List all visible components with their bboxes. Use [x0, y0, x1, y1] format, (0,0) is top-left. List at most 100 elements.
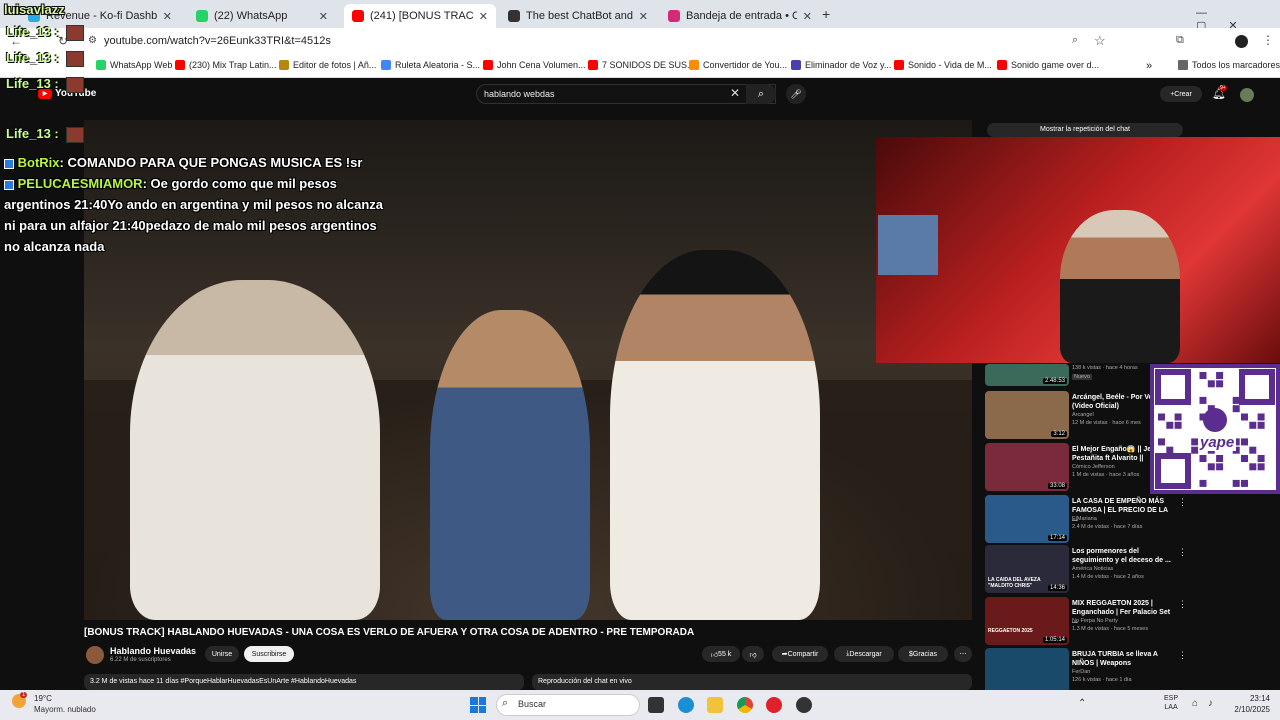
bookmark-item[interactable]: (230) Mix Trap Latin...	[175, 60, 277, 70]
overlay-life-label: Life_13 :	[6, 126, 59, 141]
notification-count: 9+	[1219, 85, 1227, 91]
bookmark-star-icon[interactable]: ☆	[1094, 33, 1106, 49]
browser-tab[interactable]: Bandeja de entrada • Chats ✕	[660, 4, 820, 28]
app-icon[interactable]	[796, 697, 812, 713]
bookmark-item[interactable]: Sonido - Vida de M...	[894, 60, 992, 70]
menu-icon[interactable]: ⋮	[1262, 33, 1274, 47]
qr-module	[1216, 372, 1224, 379]
recommendation-menu-icon[interactable]: ⋮	[1178, 650, 1187, 661]
video-duration: 17:14	[1047, 535, 1067, 541]
recommendation-menu-icon[interactable]: ⋮	[1178, 599, 1187, 610]
qr-module	[1174, 421, 1182, 429]
account-avatar[interactable]	[1240, 88, 1254, 102]
bookmark-item[interactable]: Editor de fotos | Añ...	[279, 60, 376, 70]
edge-icon[interactable]	[678, 697, 694, 713]
bookmark-item[interactable]: Convertidor de You...	[689, 60, 787, 70]
close-tab-icon[interactable]: ✕	[163, 10, 172, 23]
zoom-icon[interactable]: ⌕	[1072, 34, 1078, 47]
qr-module	[1257, 413, 1265, 421]
bookmark-item[interactable]: Ruleta Aleatoria - S...	[381, 60, 480, 70]
video-duration: 33:08	[1047, 483, 1067, 489]
show-chat-replay-button[interactable]: Mostrar la repetición del chat	[987, 123, 1183, 137]
recommendation-menu-icon[interactable]: ⋮	[1178, 547, 1187, 558]
recommendation-thumbnail[interactable]: 1:05:14	[985, 597, 1069, 645]
site-info-icon[interactable]: ⚙	[88, 35, 97, 46]
bookmark-item[interactable]: 7 SONIDOS DE SUS...	[588, 60, 695, 70]
browser-tab[interactable]: (22) WhatsApp ✕	[188, 4, 336, 28]
recommendation-thumbnail[interactable]: 17:14	[985, 495, 1069, 543]
browser-tab[interactable]: (241) [BONUS TRACK] HABL ✕	[344, 4, 496, 28]
qr-module	[1199, 396, 1207, 404]
bookmark-item[interactable]: Eliminador de Voz y...	[791, 60, 891, 70]
network-icon[interactable]: ⌂	[1192, 698, 1198, 709]
show-hidden-icons[interactable]: ⌃	[1078, 698, 1086, 709]
profile-avatar[interactable]	[1235, 35, 1248, 48]
recommendation-thumbnail[interactable]: 3:12	[985, 391, 1069, 439]
recommendation-channel[interactable]: FerDan	[1072, 669, 1172, 675]
dislike-button[interactable]: 👎︎	[742, 646, 764, 662]
search-icon: ⌕	[757, 88, 765, 100]
language-indicator[interactable]: ESP LAA	[1164, 694, 1178, 712]
search-button[interactable]: ⌕	[746, 84, 776, 104]
chrome-icon[interactable]	[737, 697, 753, 713]
voice-search-icon[interactable]: 🎤︎	[786, 84, 806, 104]
chat-replay-label: Reproducción del chat en vivo	[538, 678, 632, 685]
clear-search-icon[interactable]: ✕	[730, 86, 740, 100]
bookmark-item[interactable]: WhatsApp Web	[96, 60, 172, 70]
more-actions-button[interactable]: ⋯	[954, 646, 972, 662]
all-bookmarks-link[interactable]: Todos los marcadores	[1178, 60, 1280, 70]
qr-module	[1199, 455, 1207, 462]
recommendation-meta: 2.4 M de vistas · hace 7 días	[1072, 524, 1143, 530]
new-tab-button[interactable]: +	[822, 6, 830, 22]
channel-avatar[interactable]	[86, 646, 104, 664]
start-button[interactable]	[470, 697, 486, 713]
recommendation-thumbnail[interactable]	[985, 648, 1069, 696]
bookmark-favicon-icon	[175, 60, 185, 70]
recommendation-title[interactable]: BRUJA TURBIA se lleva A NIÑOS | Weapons	[1072, 650, 1172, 668]
search-icon: ⌕	[502, 697, 509, 709]
extensions-icon[interactable]: ⧉	[1176, 34, 1184, 47]
video-duration: 14:36	[1047, 585, 1067, 591]
url-field[interactable]: youtube.com/watch?v=26Eunk33TRI&t=4512s	[104, 35, 331, 47]
bookmark-label: Sonido game over d...	[1011, 60, 1100, 70]
recommendation-menu-icon[interactable]: ⋮	[1178, 497, 1187, 508]
task-view-icon[interactable]	[648, 697, 664, 713]
create-button[interactable]: + Crear	[1160, 86, 1202, 102]
bookmarks-more-icon[interactable]: »	[1146, 60, 1152, 72]
download-button[interactable]: ⤓ Descargar	[834, 646, 894, 662]
volume-icon[interactable]: ♪	[1208, 698, 1213, 709]
chat-message: PELUCAESMIAMOR: Oe gordo como que mil pe…	[4, 173, 386, 257]
recommendation-channel[interactable]: ElMariana	[1072, 516, 1172, 522]
close-tab-icon[interactable]: ✕	[639, 10, 648, 23]
qr-module	[1199, 372, 1207, 379]
file-explorer-icon[interactable]	[707, 697, 723, 713]
like-button[interactable]: 👍︎ 55 k	[702, 646, 740, 662]
tab-favicon-icon	[508, 10, 520, 22]
qr-module	[1257, 463, 1265, 471]
close-tab-icon[interactable]: ✕	[803, 10, 812, 23]
qr-module	[1249, 463, 1257, 471]
join-button[interactable]: Unirse	[205, 646, 239, 662]
bookmark-label: Eliminador de Voz y...	[805, 60, 892, 70]
video-title: [BONUS TRACK] HABLANDO HUEVADAS - UNA CO…	[84, 627, 695, 638]
bookmark-item[interactable]: John Cena Volumen...	[483, 60, 586, 70]
bookmark-item[interactable]: Sonido game over d...	[997, 60, 1099, 70]
subscribe-button[interactable]: Suscribirse	[244, 646, 294, 662]
recommendation-thumbnail[interactable]: 2:48:53	[985, 364, 1069, 386]
thanks-button[interactable]: $ Gracias	[898, 646, 948, 662]
opera-icon[interactable]	[766, 697, 782, 713]
recommendation-channel[interactable]: No Ferpa No Party	[1072, 618, 1172, 624]
clock[interactable]: 23:14 2/10/2025	[1222, 693, 1270, 715]
bookmark-label: Convertidor de You...	[703, 60, 788, 70]
close-tab-icon[interactable]: ✕	[479, 10, 488, 23]
browser-tab[interactable]: The best ChatBot and Widgets ✕	[500, 4, 656, 28]
share-button[interactable]: ➦ Compartir	[772, 646, 828, 662]
close-tab-icon[interactable]: ✕	[319, 10, 328, 23]
description-text: 3.2 M de vistas hace 11 días #PorqueHabl…	[90, 678, 357, 685]
recommendation-title[interactable]: Los pormenores del seguimiento y el dece…	[1072, 547, 1172, 565]
bookmark-favicon-icon	[96, 60, 106, 70]
recommendation-channel[interactable]: América Noticias	[1072, 566, 1172, 572]
qr-module	[1166, 421, 1174, 429]
chat-badge-icon	[4, 179, 14, 190]
recommendation-thumbnail[interactable]: 33:08	[985, 443, 1069, 491]
